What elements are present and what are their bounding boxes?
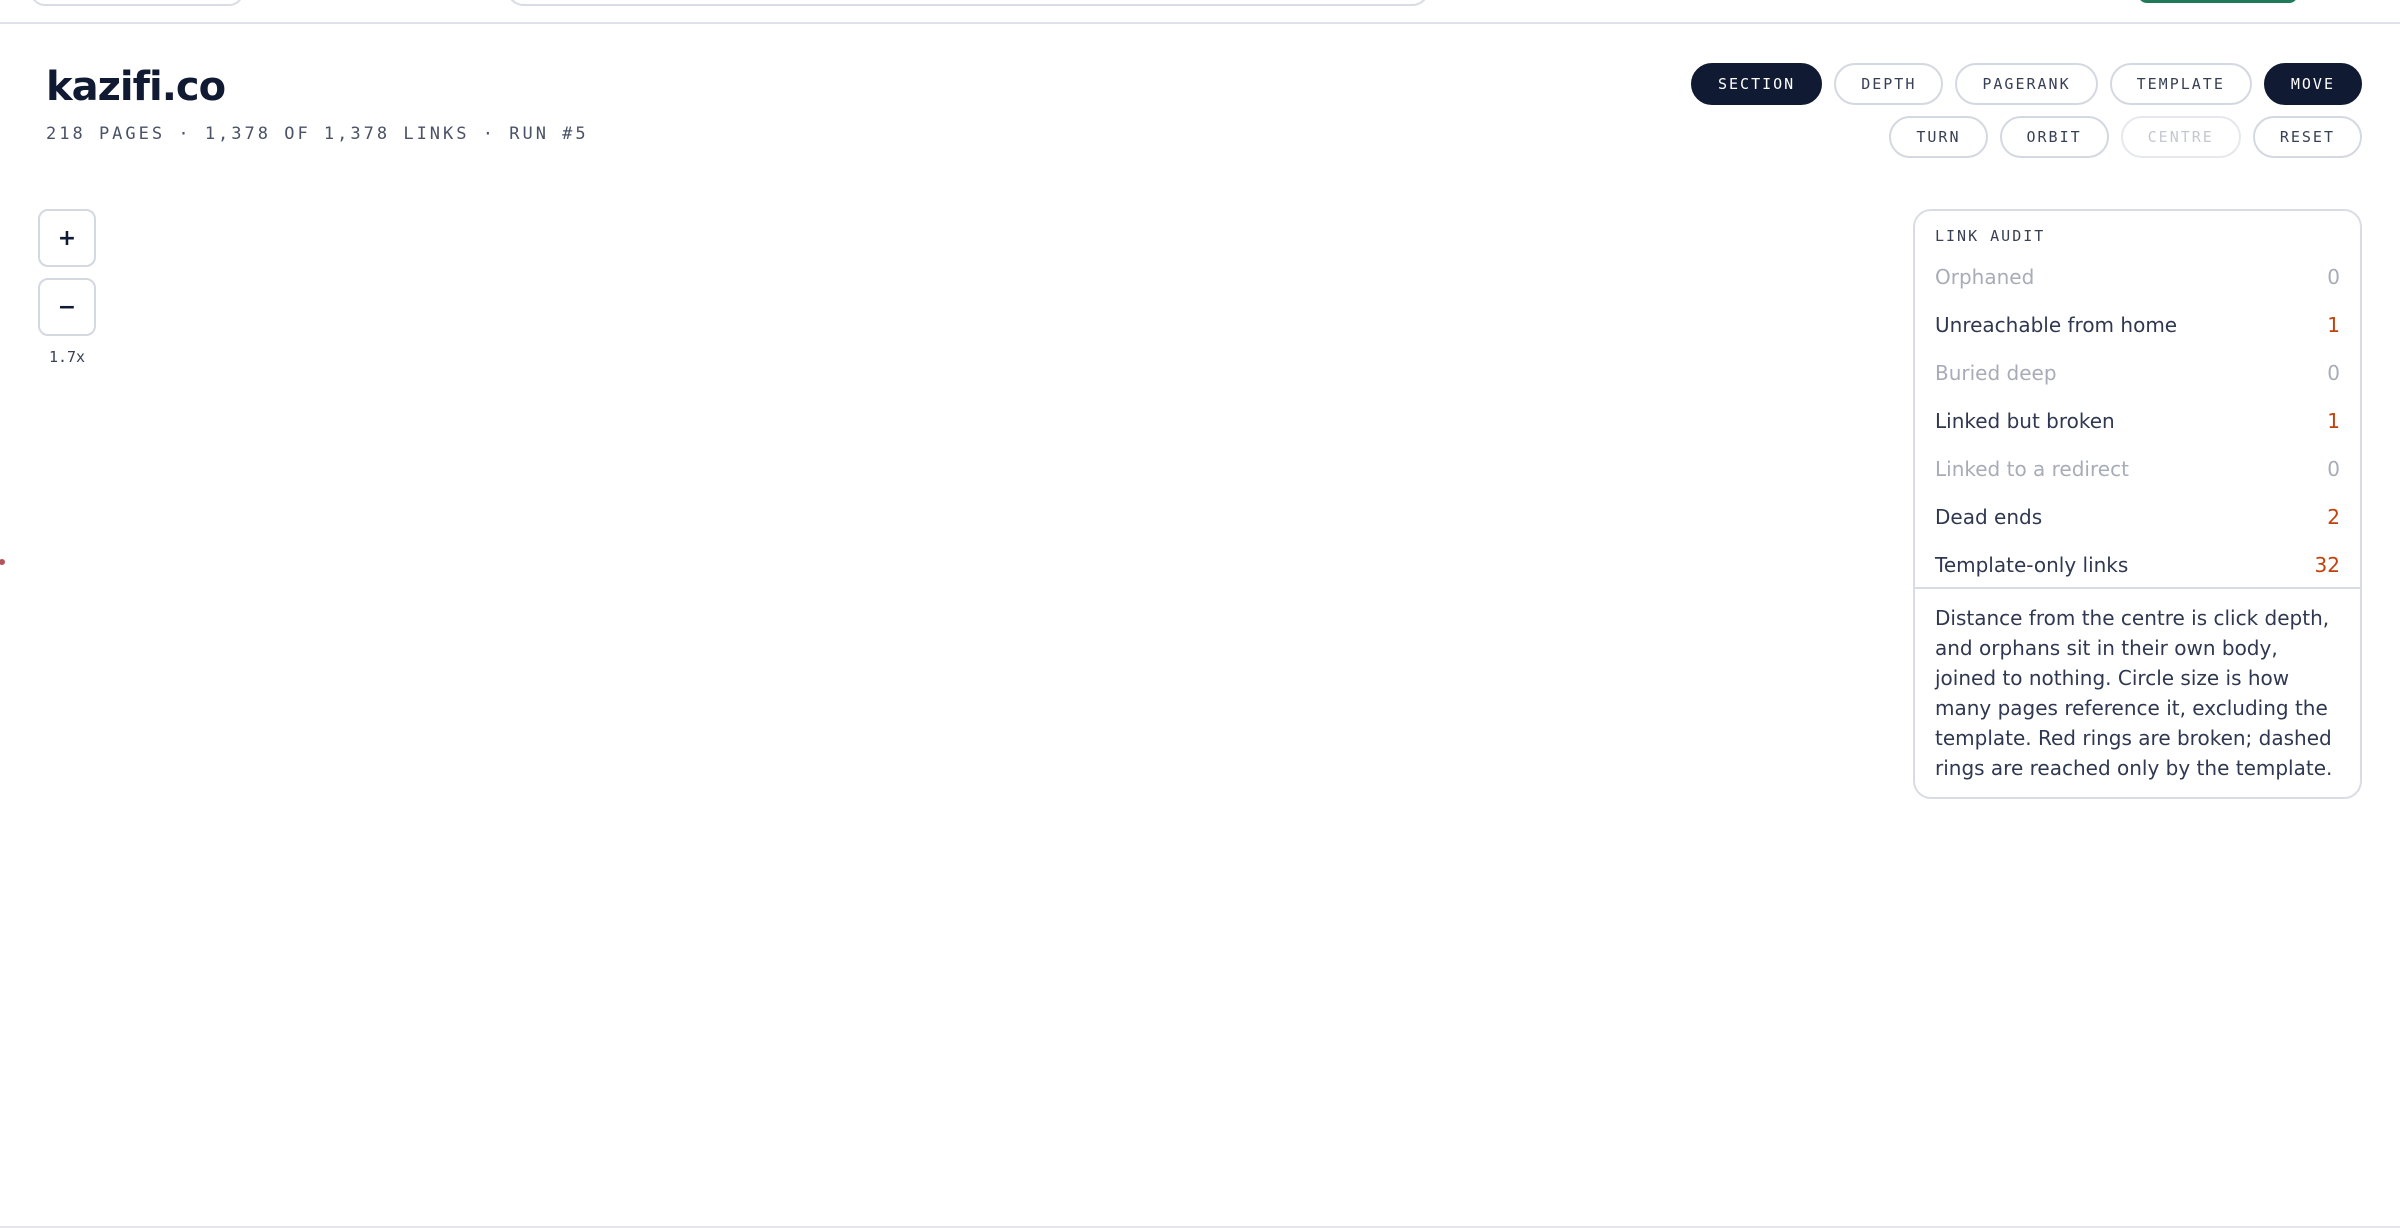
audit-row-label: Unreachable from home bbox=[1935, 313, 2178, 337]
audit-row-label: Linked but broken bbox=[1935, 409, 2115, 433]
audit-legend-note: Distance from the centre is click depth,… bbox=[1935, 606, 2333, 780]
pagerank-chip[interactable]: PAGERANK bbox=[1955, 63, 2098, 105]
link-graph-canvas[interactable] bbox=[0, 200, 1900, 1200]
site-title: kazifi.co bbox=[46, 64, 226, 110]
audit-row-dead-ends[interactable]: Dead ends 2 bbox=[1915, 493, 2360, 541]
audit-row-buried-deep[interactable]: Buried deep 0 bbox=[1915, 349, 2360, 397]
move-chip[interactable]: MOVE bbox=[2263, 63, 2362, 105]
audit-row-count: 32 bbox=[2314, 553, 2340, 577]
toolbar-pill[interactable] bbox=[30, 0, 244, 6]
graph-node[interactable] bbox=[0, 559, 5, 565]
audit-list: Orphaned 0 Unreachable from home 1 Burie… bbox=[1915, 253, 2360, 589]
top-toolbar-strip bbox=[0, 0, 2400, 24]
audit-row-count: 0 bbox=[2327, 265, 2340, 289]
reset-chip[interactable]: RESET bbox=[2252, 116, 2362, 158]
turn-chip[interactable]: TURN bbox=[1889, 116, 1988, 158]
section-chip[interactable]: SECTION bbox=[1691, 63, 1823, 105]
audit-row-count: 1 bbox=[2327, 409, 2340, 433]
site-stats: 218 PAGES · 1,378 OF 1,378 LINKS · RUN #… bbox=[46, 124, 589, 144]
audit-row-count: 0 bbox=[2327, 457, 2340, 481]
audit-row-label: Template-only links bbox=[1935, 553, 2129, 577]
audit-row-label: Orphaned bbox=[1935, 265, 2035, 289]
audit-title: LINK AUDIT bbox=[1935, 227, 2046, 245]
audit-row-orphaned[interactable]: Orphaned 0 bbox=[1915, 253, 2360, 301]
toolbar-search-field[interactable] bbox=[506, 0, 1430, 6]
audit-row-count: 0 bbox=[2327, 361, 2340, 385]
audit-row-count: 2 bbox=[2327, 505, 2340, 529]
audit-divider bbox=[1915, 587, 2360, 589]
view-mode-chips: SECTION DEPTH PAGERANK TEMPLATE MOVE bbox=[1691, 63, 2362, 105]
audit-row-redirect[interactable]: Linked to a redirect 0 bbox=[1915, 445, 2360, 493]
audit-row-template-only[interactable]: Template-only links 32 bbox=[1915, 541, 2360, 589]
navigation-chips: TURN ORBIT CENTRE RESET bbox=[1889, 116, 2362, 158]
depth-chip[interactable]: DEPTH bbox=[1834, 63, 1944, 105]
audit-row-linked-broken[interactable]: Linked but broken 1 bbox=[1915, 397, 2360, 445]
template-chip[interactable]: TEMPLATE bbox=[2109, 63, 2252, 105]
orbit-chip[interactable]: ORBIT bbox=[1999, 116, 2109, 158]
centre-chip: CENTRE bbox=[2120, 116, 2241, 158]
audit-row-unreachable[interactable]: Unreachable from home 1 bbox=[1915, 301, 2360, 349]
toolbar-primary-button[interactable] bbox=[2138, 0, 2298, 3]
audit-row-label: Linked to a redirect bbox=[1935, 457, 2129, 481]
audit-row-label: Buried deep bbox=[1935, 361, 2057, 385]
audit-row-label: Dead ends bbox=[1935, 505, 2043, 529]
audit-row-count: 1 bbox=[2327, 313, 2340, 337]
link-audit-panel: LINK AUDIT Orphaned 0 Unreachable from h… bbox=[1913, 209, 2362, 799]
